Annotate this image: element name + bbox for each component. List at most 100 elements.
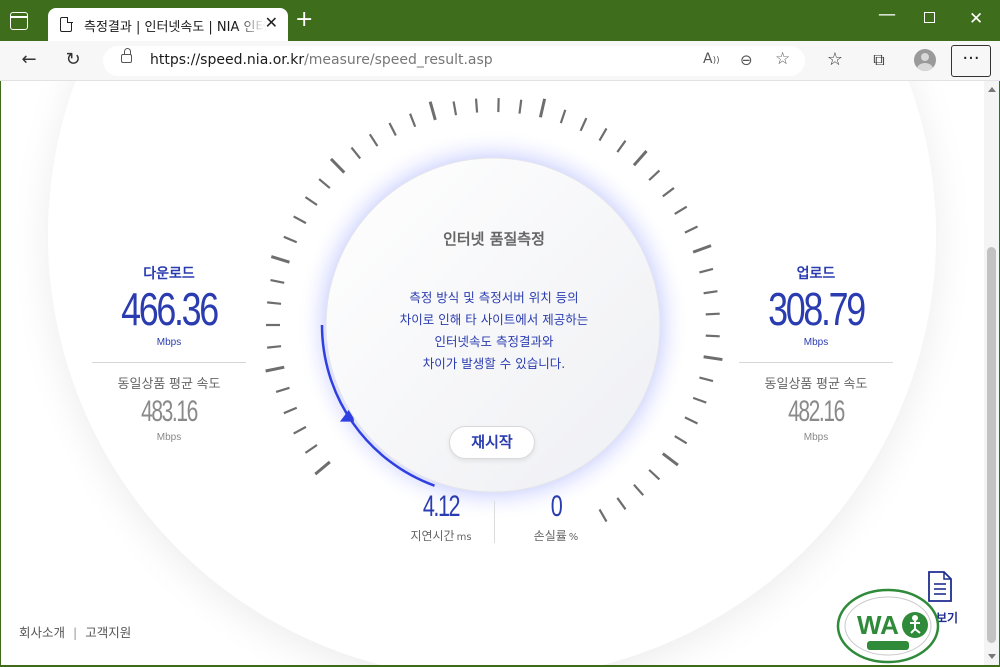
web-accessibility-badge: WA — [836, 588, 940, 664]
gauge-tick — [692, 396, 707, 404]
gauge-tick — [304, 196, 318, 206]
upload-value: 308.79 — [768, 283, 866, 335]
divider — [494, 501, 495, 543]
read-aloud-icon[interactable]: A)) — [703, 51, 720, 67]
measure-notice: 측정 방식 및 측정서버 위치 등의 차이로 인해 타 사이트에서 제공하는 인… — [333, 287, 655, 375]
gauge-tick — [703, 355, 723, 362]
gauge-tick — [428, 101, 437, 121]
url-host: https://speed.nia.or.kr — [150, 52, 305, 68]
gauge-tick — [452, 101, 458, 116]
upload-avg-label: 동일상품 평균 속도 — [764, 376, 868, 391]
loss-panel: 0 손실률% — [511, 489, 601, 544]
gauge-tick — [579, 117, 588, 132]
download-avg-unit: Mbps — [156, 432, 182, 443]
back-icon[interactable]: ← — [17, 49, 41, 71]
gauge-tick — [616, 140, 627, 153]
gauge-tick — [293, 215, 307, 225]
latency-value: 4.12 — [422, 490, 461, 523]
gauge-tick — [661, 452, 679, 467]
upload-unit: Mbps — [803, 337, 829, 348]
gauge-tick — [662, 187, 675, 198]
gauge-tick — [329, 157, 346, 174]
maximize-icon[interactable] — [924, 12, 935, 23]
divider — [92, 362, 246, 363]
download-label: 다운로드 — [143, 266, 195, 282]
gauge-tick — [674, 205, 688, 215]
scroll-up-icon[interactable] — [988, 87, 996, 92]
tab-actions-icon[interactable] — [10, 12, 28, 30]
address-bar[interactable]: https://speed.nia.or.kr/measure/speed_re… — [103, 46, 805, 76]
gauge-tick — [699, 267, 714, 274]
latency-unit: ms — [456, 532, 472, 543]
gauge-tick — [648, 469, 661, 481]
lock-icon[interactable] — [121, 48, 132, 63]
loss-unit: % — [568, 532, 579, 543]
gauge-tick — [684, 225, 698, 234]
browser-tab[interactable]: 측정결과 | 인터넷속도 | NIA 인터넷 ✕ — [48, 8, 288, 41]
gauge-tick — [270, 278, 285, 284]
gauge-tick — [388, 122, 397, 136]
gauge-tick — [616, 497, 627, 510]
gauge-tick — [283, 235, 298, 244]
gauge-tick — [518, 99, 523, 114]
footer-links: 회사소개 | 고객지원 — [19, 625, 132, 640]
browser-titlebar: 측정결과 | 인터넷속도 | NIA 인터넷 ✕ + — ✕ — [0, 0, 1000, 41]
loss-value: 0 — [550, 490, 563, 523]
refresh-icon[interactable]: ↻ — [61, 49, 85, 71]
upload-panel: 업로드 308.79 Mbps 동일상품 평균 속도 482.16 Mbps — [739, 263, 893, 443]
gauge-tick — [705, 334, 720, 338]
download-avg-value: 483.16 — [141, 395, 198, 428]
new-tab-icon[interactable]: + — [295, 7, 313, 33]
restart-button[interactable]: 재시작 — [449, 426, 535, 459]
favorites-icon[interactable]: ☆ — [823, 49, 847, 71]
upload-avg-value: 482.16 — [788, 395, 845, 428]
notice-line: 인터넷속도 측정결과와 — [434, 334, 554, 349]
notice-line: 측정 방식 및 측정서버 위치 등의 — [409, 290, 579, 305]
notice-line: 차이로 인해 타 사이트에서 제공하는 — [399, 312, 589, 327]
gauge-tick — [684, 416, 698, 425]
url-text[interactable]: https://speed.nia.or.kr/measure/speed_re… — [150, 52, 493, 68]
gauge-tick — [632, 150, 648, 167]
gauge-tick — [674, 435, 688, 445]
gauge-tick — [633, 483, 645, 496]
gauge-tick — [538, 98, 547, 118]
url-path: /measure/speed_result.asp — [304, 52, 493, 68]
add-favorite-icon[interactable]: ☆ — [775, 49, 790, 69]
upload-label: 업로드 — [796, 266, 836, 282]
settings-menu-button[interactable]: ··· — [951, 45, 991, 77]
footer-link-support[interactable]: 고객지원 — [85, 625, 131, 640]
upload-avg-unit: Mbps — [803, 432, 829, 443]
gauge-tick — [350, 146, 362, 160]
latency-panel: 4.12 지연시간 ms — [396, 489, 486, 544]
gauge-tick — [275, 386, 290, 393]
page-scrollbar[interactable] — [984, 81, 999, 665]
gauge-tick — [270, 255, 290, 264]
gauge-tick — [283, 406, 298, 415]
scroll-thumb[interactable] — [987, 247, 996, 643]
minimize-icon[interactable]: — — [878, 4, 896, 25]
gauge-tick — [559, 109, 567, 124]
profile-avatar[interactable] — [914, 49, 936, 71]
gauge-tick — [692, 244, 712, 254]
measure-title: 인터넷 품질측정 — [443, 230, 545, 248]
gauge-tick — [267, 345, 282, 349]
gauge-tick — [314, 460, 331, 476]
page-icon — [60, 16, 73, 32]
page-content: 다운로드 466.36 Mbps 동일상품 평균 속도 483.16 Mbps … — [1, 81, 984, 665]
scroll-down-icon[interactable] — [988, 654, 996, 659]
tab-title: 측정결과 | 인터넷속도 | NIA 인터넷 — [84, 20, 274, 35]
download-unit: Mbps — [156, 337, 182, 348]
gauge-tick — [598, 127, 608, 142]
download-value: 466.36 — [121, 283, 219, 335]
svg-text:WA: WA — [857, 610, 899, 640]
notice-line: 차이가 발생할 수 있습니다. — [422, 356, 566, 371]
gauge-tick — [368, 133, 379, 147]
gauge-tick — [703, 290, 718, 295]
close-window-icon[interactable]: ✕ — [969, 9, 983, 29]
download-avg-label: 동일상품 평균 속도 — [117, 376, 221, 391]
footer-link-about[interactable]: 회사소개 — [19, 625, 65, 640]
collections-icon[interactable]: ⧉ — [867, 49, 891, 71]
tab-close-icon[interactable]: ✕ — [265, 13, 278, 32]
gauge-tick — [265, 365, 285, 373]
zoom-icon[interactable]: ⊖ — [740, 51, 753, 69]
